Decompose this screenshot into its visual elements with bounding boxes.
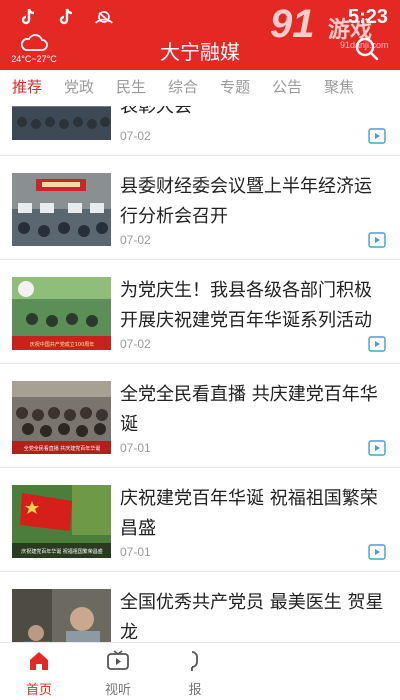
list-item[interactable]: 庆祝中国共产党成立100周年 为党庆生！我县各级各部门积极开展庆祝建党百年华诞系… — [0, 260, 400, 364]
article-thumbnail — [12, 106, 111, 140]
article-title: 全国优秀共产党员 最美医生 贺星龙 — [120, 592, 384, 642]
tab-notice[interactable]: 公告 — [272, 70, 302, 106]
search-button[interactable] — [354, 36, 380, 62]
article-thumbnail — [12, 173, 111, 246]
nav-home-label: 首页 — [25, 683, 52, 698]
status-time: 5:23 — [347, 6, 388, 28]
article-date: 07-02 — [120, 337, 151, 351]
category-tabs: 推荐 党政 民生 综合 专题 公告 聚焦 — [0, 70, 400, 106]
tab-party-gov[interactable]: 党政 — [64, 70, 94, 106]
list-item[interactable]: 县委财经委会议暨上半年经济运行分析会召开 07-02 — [0, 156, 400, 260]
list-item[interactable]: 表彰大会 07-02 — [0, 106, 400, 156]
mic-icon — [191, 651, 198, 671]
list-item[interactable]: 全国优秀共产党员 最美医生 贺星龙 — [0, 572, 400, 642]
tab-special[interactable]: 专题 — [220, 70, 250, 106]
thumbnail-caption: 全党全民看直播 共庆建党百年华诞 — [24, 445, 101, 452]
video-play-icon[interactable] — [368, 336, 386, 352]
nav-home[interactable]: 首页 — [9, 649, 69, 698]
list-item[interactable]: 全党全民看直播 共庆建党百年华诞 全党全民看直播 共庆建党百年华诞 07-01 — [0, 364, 400, 468]
tab-general[interactable]: 综合 — [168, 70, 198, 106]
article-list: 表彰大会 07-02 县委财经委会议暨上半年经济运行分析会召开 07-02 庆祝… — [0, 106, 400, 642]
article-thumbnail: 庆祝中国共产党成立100周年 — [12, 277, 111, 350]
article-title: 庆祝建党百年华诞 祝福祖国繁荣昌盛 — [120, 488, 378, 539]
bottom-navigation: 首页 视听 报 — [0, 642, 400, 700]
article-thumbnail: 庆祝建党百年华诞 祝福祖国繁荣昌盛 — [12, 485, 111, 558]
search-icon — [355, 37, 379, 61]
video-play-icon[interactable] — [368, 544, 386, 560]
video-play-icon[interactable] — [368, 128, 386, 144]
article-thumbnail — [12, 589, 111, 642]
home-icon — [30, 652, 48, 670]
article-date: 07-01 — [120, 545, 151, 559]
nav-report-label: 报 — [188, 683, 202, 698]
tab-focus[interactable]: 聚焦 — [324, 70, 354, 106]
article-title: 全党全民看直播 共庆建党百年华诞 — [120, 384, 378, 435]
article-title: 表彰大会 — [120, 106, 192, 117]
nav-video[interactable]: 视听 — [88, 649, 148, 698]
article-date: 07-01 — [120, 441, 151, 455]
thumbnail-caption: 庆祝中国共产党成立100周年 — [30, 341, 95, 348]
status-bar-icons — [18, 8, 114, 26]
article-date: 07-02 — [120, 129, 151, 143]
thumbnail-caption: 庆祝建党百年华诞 祝福祖国繁荣昌盛 — [21, 548, 103, 555]
tiktok-icon — [18, 8, 38, 26]
nav-report[interactable]: 报 — [165, 649, 225, 698]
list-item[interactable]: 庆祝建党百年华诞 祝福祖国繁荣昌盛 庆祝建党百年华诞 祝福祖国繁荣昌盛 07-0… — [0, 468, 400, 572]
tab-livelihood[interactable]: 民生 — [116, 70, 146, 106]
app-header: 91 游戏 91danji.com 5:23 24°C~27°C 大宁融媒 — [0, 0, 400, 70]
video-play-icon[interactable] — [368, 232, 386, 248]
nav-video-label: 视听 — [104, 683, 131, 698]
app-title: 大宁融媒 — [160, 40, 240, 64]
article-title: 县委财经委会议暨上半年经济运行分析会召开 — [120, 176, 372, 227]
tab-recommend[interactable]: 推荐 — [12, 70, 42, 106]
article-thumbnail: 全党全民看直播 共庆建党百年华诞 — [12, 381, 111, 454]
tiktok-icon — [56, 8, 76, 26]
tv-icon — [107, 650, 129, 670]
video-play-icon[interactable] — [368, 440, 386, 456]
article-date: 07-02 — [120, 233, 151, 247]
app-icon — [94, 8, 114, 26]
article-title: 为党庆生！我县各级各部门积极开展庆祝建党百年华诞系列活动 — [120, 280, 372, 331]
